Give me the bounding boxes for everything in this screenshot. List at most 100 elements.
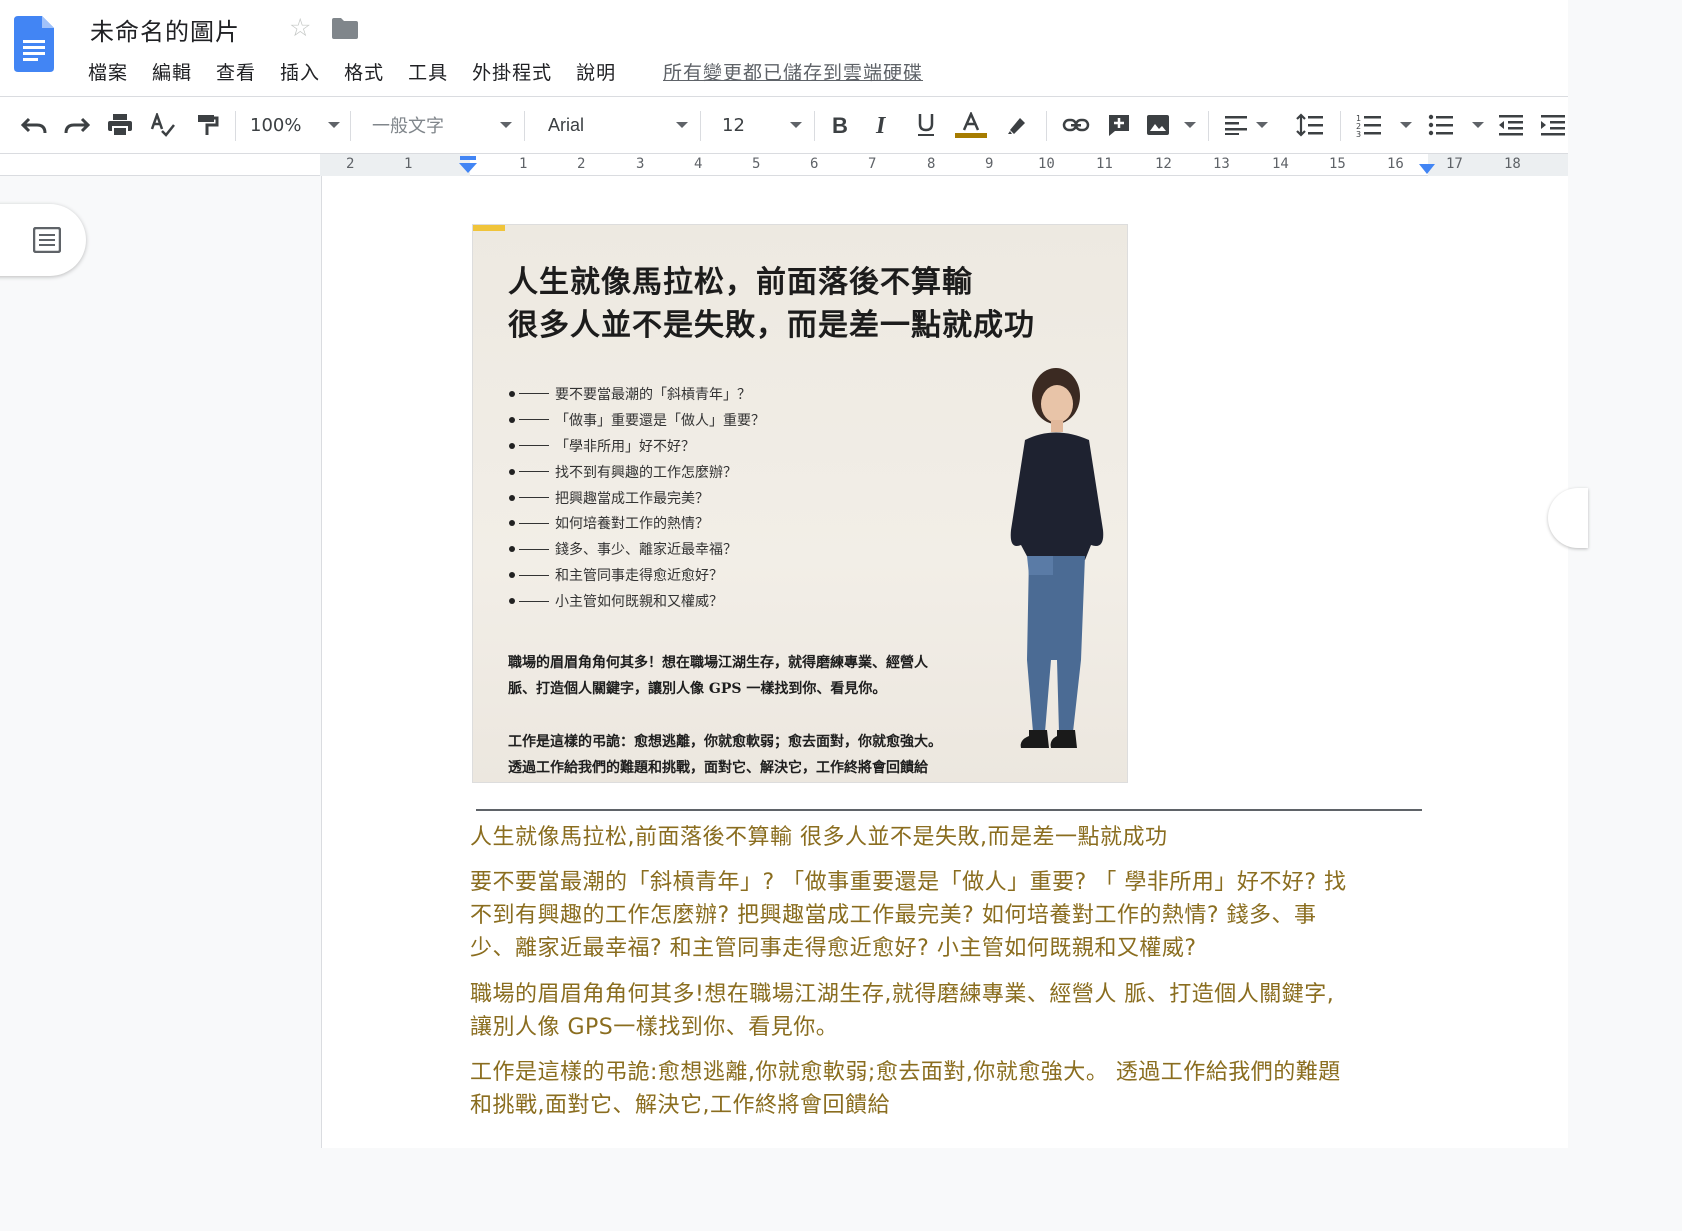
doc-line: 職場的眉眉角角何其多!想在職場江湖生存,就得磨練專業、經營人 脈、打造個人關鍵字… xyxy=(470,982,1335,1007)
decrease-indent-button[interactable] xyxy=(1496,111,1526,139)
menu-edit[interactable]: 編輯 xyxy=(152,58,192,86)
chevron-down-icon xyxy=(328,122,340,128)
menu-tools[interactable]: 工具 xyxy=(408,58,448,86)
style-dropdown[interactable]: 一般文字 xyxy=(372,111,512,139)
docs-logo-icon[interactable] xyxy=(14,16,54,72)
save-status-link[interactable]: 所有變更都已儲存到雲端硬碟 xyxy=(663,58,923,85)
increase-indent-button[interactable] xyxy=(1538,111,1568,139)
doc-paragraph[interactable]: 要不要當最潮的「斜槓青年」? 「做事重要還是「做人」重要? 「 學非所用」好不好… xyxy=(470,866,1430,965)
doc-line: 讓別人像 GPS一樣找到你、看見你。 xyxy=(470,1015,839,1040)
italic-button[interactable]: I xyxy=(869,111,897,139)
font-size-dropdown[interactable]: 12 xyxy=(722,111,802,139)
insert-link-button[interactable] xyxy=(1060,111,1092,139)
person-photo xyxy=(1010,368,1104,748)
menu-file[interactable]: 檔案 xyxy=(88,58,128,86)
ruler-number: 2 xyxy=(346,156,355,172)
underline-button[interactable] xyxy=(912,111,940,139)
insert-image-button[interactable] xyxy=(1146,111,1196,139)
ruler-number: 18 xyxy=(1504,156,1521,172)
numbered-list-dropdown[interactable]: 123 xyxy=(1356,111,1412,139)
italic-icon: I xyxy=(875,114,887,136)
chevron-down-icon xyxy=(1400,122,1412,128)
underline-icon xyxy=(918,114,934,136)
toolbar-separator xyxy=(1046,111,1047,141)
list-item: 和主管同事走得愈近愈好？ xyxy=(509,562,765,588)
ruler-number: 11 xyxy=(1096,156,1113,172)
ruler-left-margin xyxy=(320,154,470,176)
bulleted-list-dropdown[interactable] xyxy=(1428,111,1484,139)
decrease-indent-icon xyxy=(1499,115,1523,136)
doc-line: 和挑戰,面對它、解決它,工作終將會回饋給 xyxy=(470,1093,890,1118)
ruler-number: 10 xyxy=(1038,156,1055,172)
font-dropdown[interactable]: Arial xyxy=(548,111,688,139)
bold-button[interactable]: B xyxy=(826,111,854,139)
doc-paragraph[interactable]: 工作是這樣的弔詭:愈想逃離,你就愈軟弱;愈去面對,你就愈強大。 透過工作給我們的… xyxy=(470,1056,1430,1122)
ruler-number: 13 xyxy=(1213,156,1230,172)
horizontal-rule xyxy=(476,809,1422,811)
list-item: 「學非所用」好不好？ xyxy=(509,433,765,459)
ruler-number: 1 xyxy=(404,156,413,172)
menu-view[interactable]: 查看 xyxy=(216,58,256,86)
toolbar-separator xyxy=(524,111,525,141)
list-item: 要不要當最潮的「斜槓青年」？ xyxy=(509,381,765,407)
menu-addons[interactable]: 外掛程式 xyxy=(472,58,552,86)
ruler-number: 9 xyxy=(985,156,994,172)
toolbar-separator xyxy=(700,111,701,141)
bold-icon: B xyxy=(832,114,848,136)
insert-comment-button[interactable] xyxy=(1104,111,1134,139)
list-item: 找不到有興趣的工作怎麼辦？ xyxy=(509,459,765,485)
highlight-button[interactable] xyxy=(1002,111,1032,139)
list-item: 如何培養對工作的熱情？ xyxy=(509,510,765,536)
print-button[interactable] xyxy=(104,111,136,139)
toolbar-separator xyxy=(1208,111,1209,141)
menu-help[interactable]: 說明 xyxy=(576,58,616,86)
spellcheck-button[interactable] xyxy=(147,111,179,139)
chevron-down-icon xyxy=(500,122,512,128)
doc-paragraph-title[interactable]: 人生就像馬拉松,前面落後不算輸 很多人並不是失敗,而是差一點就成功 xyxy=(470,821,1430,854)
first-line-indent-handle[interactable] xyxy=(457,156,479,174)
text-color-icon xyxy=(962,112,980,131)
menu-format[interactable]: 格式 xyxy=(344,58,384,86)
doc-line: 不到有興趣的工作怎麼辦? 把興趣當成工作最完美? 如何培養對工作的熱情? 錢多、… xyxy=(470,903,1317,928)
chevron-down-icon xyxy=(1472,122,1484,128)
ruler-number: 2 xyxy=(577,156,586,172)
right-indent-handle[interactable] xyxy=(1418,163,1436,175)
toolbar-separator xyxy=(814,111,815,141)
style-value: 一般文字 xyxy=(372,116,444,137)
image-headline: 人生就像馬拉松，前面落後不算輸 xyxy=(508,265,973,300)
add-comment-icon xyxy=(1109,115,1129,136)
ruler-number: 1 xyxy=(519,156,528,172)
ruler[interactable]: 2 1 1 2 3 4 5 6 7 8 9 10 11 12 13 14 15 … xyxy=(0,154,1568,176)
redo-button[interactable] xyxy=(61,111,93,139)
undo-button[interactable] xyxy=(18,111,50,139)
list-item: 「做事」重要還是「做人」重要？ xyxy=(509,407,765,433)
chevron-down-icon xyxy=(790,122,802,128)
align-dropdown[interactable] xyxy=(1224,111,1268,139)
toolbar: 100% 一般文字 Arial 12 B I 1 2 3 xyxy=(0,96,1568,154)
image-corner-accent xyxy=(473,225,505,231)
embedded-image[interactable]: 人生就像馬拉松，前面落後不算輸 很多人並不是失敗，而是差一點就成功 要不要當最潮… xyxy=(472,224,1128,783)
svg-text:I: I xyxy=(875,114,887,136)
line-spacing-button[interactable] xyxy=(1294,111,1326,139)
link-icon xyxy=(1062,118,1090,132)
text-color-bar xyxy=(955,133,987,138)
list-item: 把興趣當成工作最完美？ xyxy=(509,485,765,511)
doc-title[interactable]: 未命名的圖片 xyxy=(90,12,240,47)
zoom-dropdown[interactable]: 100% xyxy=(250,111,340,139)
docs-header: 未命名的圖片 ☆ 檔案 編輯 查看 插入 格式 工具 外掛程式 說明 所有變更都… xyxy=(0,0,1568,96)
doc-paragraph[interactable]: 職場的眉眉角角何其多!想在職場江湖生存,就得磨練專業、經營人 脈、打造個人關鍵字… xyxy=(470,978,1430,1044)
ruler-number: 5 xyxy=(752,156,761,172)
paint-format-button[interactable] xyxy=(191,111,223,139)
align-left-icon xyxy=(1225,116,1247,135)
menu-insert[interactable]: 插入 xyxy=(280,58,320,86)
folder-icon[interactable] xyxy=(332,17,358,39)
toolbar-separator xyxy=(350,111,351,141)
print-icon xyxy=(108,114,132,137)
document-outline-button[interactable] xyxy=(0,204,86,276)
zoom-value: 100% xyxy=(250,114,302,136)
text-color-button[interactable] xyxy=(954,111,988,139)
spellcheck-icon xyxy=(150,113,175,137)
image-bullet-list: 要不要當最潮的「斜槓青年」？ 「做事」重要還是「做人」重要？ 「學非所用」好不好… xyxy=(509,381,765,614)
star-icon[interactable]: ☆ xyxy=(289,13,311,42)
doc-line: 要不要當最潮的「斜槓青年」? 「做事重要還是「做人」重要? 「 學非所用」好不好… xyxy=(470,870,1347,895)
